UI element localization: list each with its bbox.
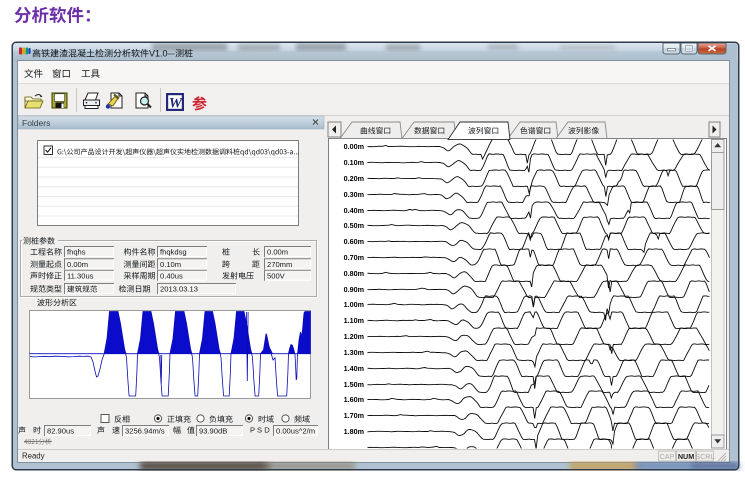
svg-text:0.00m: 0.00m	[344, 142, 364, 151]
svg-text:1.70m: 1.70m	[344, 411, 364, 420]
svg-text:0.20m: 0.20m	[344, 174, 364, 183]
svg-text:0.50m: 0.50m	[344, 221, 364, 230]
svg-text:NUM: NUM	[678, 452, 694, 461]
svg-text:0.40us: 0.40us	[160, 271, 183, 280]
svg-text:1.20m: 1.20m	[344, 332, 364, 341]
svg-text:0.00m: 0.00m	[67, 260, 88, 269]
svg-text:0.00us^2/m: 0.00us^2/m	[276, 427, 315, 436]
svg-text:SCRL: SCRL	[695, 452, 714, 461]
svg-text:1.50m: 1.50m	[344, 380, 364, 389]
svg-text:P S D: P S D	[250, 426, 270, 435]
svg-text:Folders: Folders	[22, 118, 50, 128]
svg-text:fhqkdsg: fhqkdsg	[160, 248, 187, 257]
svg-text:500V: 500V	[267, 271, 286, 280]
svg-text:11.30us: 11.30us	[67, 271, 94, 280]
svg-text:W: W	[169, 96, 184, 112]
svg-text:1.00m: 1.00m	[344, 300, 364, 309]
svg-text:82.90us: 82.90us	[47, 427, 74, 436]
svg-text:0.90m: 0.90m	[344, 285, 364, 294]
svg-text:V1.0: V1.0	[149, 49, 168, 59]
svg-text:1.40m: 1.40m	[344, 364, 364, 373]
svg-text:0.10m: 0.10m	[344, 158, 364, 167]
svg-text:1.80m: 1.80m	[344, 427, 364, 436]
svg-text:fhqhs: fhqhs	[67, 248, 86, 257]
svg-text:0.00m: 0.00m	[267, 248, 288, 257]
svg-text:1.60m: 1.60m	[344, 395, 364, 404]
svg-text:CAP: CAP	[660, 452, 675, 461]
svg-text:270mm: 270mm	[267, 260, 292, 269]
svg-text:0.40m: 0.40m	[344, 206, 364, 215]
svg-text:0.10m: 0.10m	[160, 260, 181, 269]
svg-text:0.60m: 0.60m	[344, 237, 364, 246]
svg-text:Ready: Ready	[22, 452, 45, 461]
svg-text:0.70m: 0.70m	[344, 253, 364, 262]
svg-text:0.30m: 0.30m	[344, 190, 364, 199]
svg-text:3256.94m/s: 3256.94m/s	[125, 427, 165, 436]
svg-text:0.80m: 0.80m	[344, 269, 364, 278]
svg-text:93.90dB: 93.90dB	[199, 427, 227, 436]
svg-text:1.10m: 1.10m	[344, 316, 364, 325]
svg-text:1.30m: 1.30m	[344, 348, 364, 357]
svg-text:2013.03.13: 2013.03.13	[160, 285, 198, 294]
